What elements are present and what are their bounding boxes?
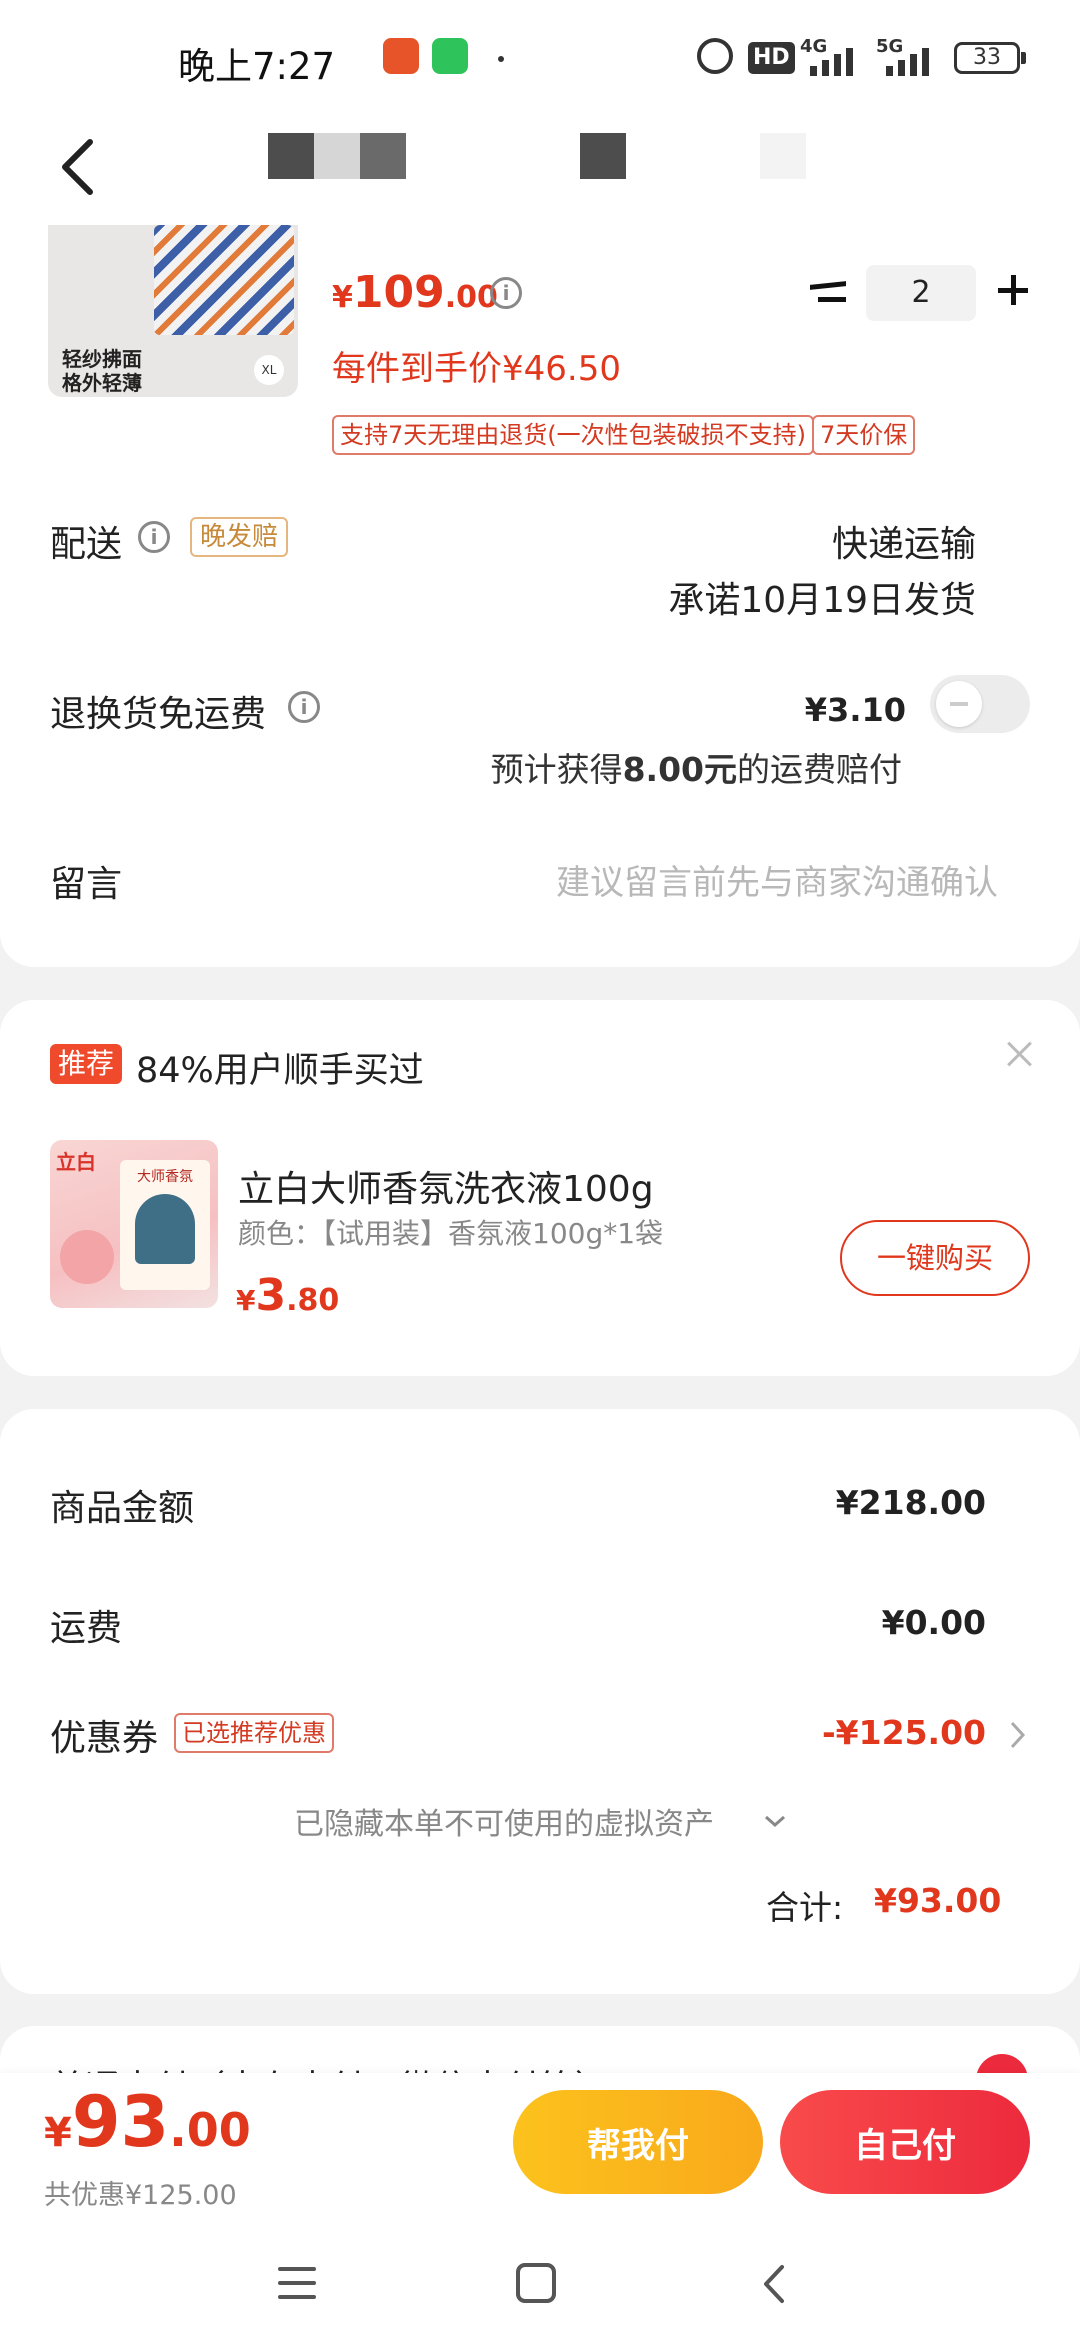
return-shipping-info-icon[interactable]: i: [288, 691, 320, 723]
bottom-discount-note: 共优惠¥125.00: [44, 2180, 237, 2211]
goods-amount-label: 商品金额: [50, 1488, 195, 1529]
late-compensation-tag: 晚发赔: [190, 517, 289, 557]
hd-badge: HD: [748, 42, 795, 74]
header: [0, 115, 1080, 225]
header-title-mosaic: [268, 133, 808, 179]
total-value: ¥93.00: [874, 1881, 1002, 1920]
product-package-graphic: [154, 225, 294, 335]
recommend-badge: 推荐: [50, 1044, 123, 1084]
goods-amount-value: ¥218.00: [835, 1483, 986, 1522]
signal-5g-icon: [886, 48, 929, 76]
shipping-fee-label: 运费: [50, 1608, 123, 1649]
close-icon[interactable]: [1002, 1036, 1038, 1072]
coupon-label: 优惠券: [50, 1718, 159, 1759]
back-arrow-icon[interactable]: [50, 127, 110, 207]
delivery-method[interactable]: 快递运输: [832, 515, 976, 567]
home-icon[interactable]: [516, 2263, 556, 2303]
menu-icon[interactable]: [278, 2263, 318, 2303]
delivery-label: 配送: [50, 524, 123, 565]
help-pay-button[interactable]: 帮我付: [513, 2090, 763, 2194]
signal-4g-icon: [810, 48, 853, 76]
thumb-brand: 立白: [56, 1150, 96, 1174]
shipping-fee-value: ¥0.00: [881, 1603, 986, 1642]
message-input[interactable]: 建议留言前先与商家沟通确认: [556, 855, 998, 904]
price-summary-card: 商品金额 ¥218.00 运费 ¥0.00 优惠券 已选推荐优惠 -¥125.0…: [0, 1409, 1080, 1994]
recommend-thumbnail[interactable]: 立白 大师香氛: [50, 1140, 218, 1308]
return-policy-tag: 支持7天无理由退货(一次性包装破损不支持): [332, 415, 814, 455]
size-badge: XL: [254, 355, 284, 385]
coupon-value[interactable]: -¥125.00: [822, 1713, 986, 1752]
back-nav-icon[interactable]: [756, 2261, 792, 2307]
return-shipping-label: 退换货免运费: [50, 694, 267, 735]
order-item-card: 轻纱拂面 格外轻薄 XL ¥109.00 i 每件到手价¥46.50 2 支持7…: [0, 225, 1080, 967]
wechat-app-icon: [432, 38, 468, 74]
hidden-assets-toggle[interactable]: 已隐藏本单不可使用的虚拟资产: [294, 1799, 714, 1843]
thumb-package: 大师香氛: [120, 1160, 210, 1290]
return-shipping-price: ¥3.10: [804, 691, 906, 729]
total-label: 合计:: [766, 1888, 844, 1927]
system-nav-bar: [0, 2233, 1080, 2340]
product-image[interactable]: 轻纱拂面 格外轻薄 XL: [48, 225, 298, 397]
price-info-icon[interactable]: i: [490, 277, 522, 309]
recommend-item-title[interactable]: 立白大师香氛洗衣液100g: [238, 1160, 654, 1212]
one-click-buy-button[interactable]: 一键购买: [840, 1220, 1030, 1296]
thumb-name: 大师香氛: [137, 1169, 193, 1185]
delivery-info-icon[interactable]: i: [138, 521, 170, 553]
product-caption-2: 格外轻薄: [62, 371, 142, 395]
coupon-tag: 已选推荐优惠: [174, 1713, 334, 1753]
return-shipping-note: 预计获得8.00元的运费赔付: [490, 750, 902, 789]
recommend-price: ¥3.80: [236, 1270, 340, 1321]
chevron-right-icon[interactable]: [1008, 1717, 1028, 1753]
taobao-app-icon: [383, 38, 419, 74]
alarm-icon: [697, 38, 733, 74]
chevron-down-icon[interactable]: [762, 1811, 788, 1831]
status-bar: 晚上7:27 HD 4G 5G 33: [0, 0, 1080, 115]
recommend-card: 推荐 84%用户顺手买过 立白 大师香氛 立白大师香氛洗衣液100g 颜色：【试…: [0, 1000, 1080, 1376]
per-item-price: 每件到手价¥46.50: [332, 349, 621, 389]
quantity-value[interactable]: 2: [866, 265, 976, 321]
battery-tip: [1021, 52, 1026, 64]
quantity-increase-button[interactable]: [994, 271, 1034, 311]
product-price: ¥109.00: [332, 267, 498, 318]
dot-icon: [498, 56, 504, 62]
price-protect-tag: 7天价保: [812, 415, 916, 455]
delivery-promise: 承诺10月19日发货: [668, 580, 976, 621]
status-time: 晚上7:27: [178, 45, 336, 88]
recommend-title: 84%用户顺手买过: [136, 1051, 424, 1091]
recommend-item-spec: 颜色：【试用装】香氛液100g*1袋: [238, 1217, 664, 1250]
return-shipping-toggle[interactable]: [930, 675, 1030, 733]
bottom-total-price: ¥93.00: [44, 2081, 251, 2163]
quantity-decrease-button[interactable]: [808, 273, 852, 317]
message-label: 留言: [50, 864, 123, 905]
battery-icon: 33: [954, 42, 1020, 74]
self-pay-button[interactable]: 自己付: [780, 2090, 1030, 2194]
